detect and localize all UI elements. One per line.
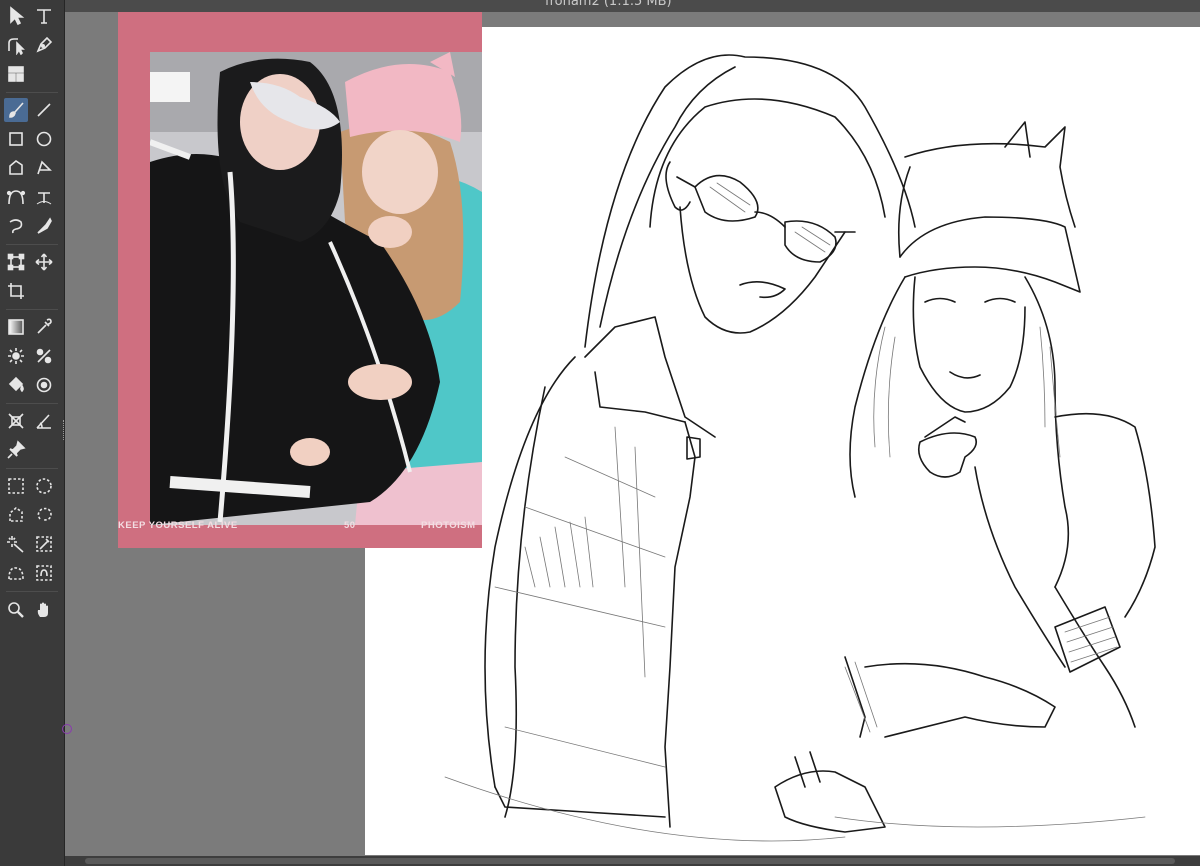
patch-icon[interactable] [32,373,56,397]
smudge-icon[interactable] [4,344,28,368]
text-icon[interactable] [32,4,56,28]
lasso-icon[interactable] [32,503,56,527]
caption-center: 50 [344,520,356,531]
transform-icon[interactable] [4,250,28,274]
eyedropper-icon[interactable] [32,315,56,339]
layout-icon[interactable] [4,62,28,86]
ellipse-select-icon[interactable] [32,474,56,498]
magnetic-select-icon[interactable] [32,561,56,585]
brush-icon[interactable] [4,98,28,122]
text-path-icon[interactable] [32,185,56,209]
calligraphy-icon[interactable] [32,214,56,238]
spiral-icon[interactable] [4,214,28,238]
color-picker-icon[interactable] [32,344,56,368]
hand-icon[interactable] [32,598,56,622]
arrow-icon[interactable] [4,4,28,28]
polygon-icon[interactable] [4,156,28,180]
path-select-icon[interactable] [4,33,28,57]
magnifier-icon[interactable] [4,598,28,622]
caption-right: PHOTOISM [421,520,476,531]
horizontal-scrollbar[interactable] [65,856,1200,866]
document-tab-bar: froham2 (1:1.5 MB) [65,0,1200,12]
similar-select-icon[interactable] [32,532,56,556]
drawing-canvas[interactable] [365,27,1200,855]
polygon-select-icon[interactable] [4,503,28,527]
freehand-icon[interactable] [32,156,56,180]
brush-cursor-indicator [62,724,72,734]
canvas-workspace[interactable]: KEEP YOURSELF ALIVE 50 PHOTOISM [65,12,1200,856]
measure-icon[interactable] [32,409,56,433]
pen-nib-icon[interactable] [32,33,56,57]
reference-image-panel[interactable]: KEEP YOURSELF ALIVE 50 PHOTOISM [118,12,482,548]
document-title[interactable]: froham2 (1:1.5 MB) [545,0,672,9]
bezier-select-icon[interactable] [4,561,28,585]
caption-left: KEEP YOURSELF ALIVE [118,520,238,531]
sketch-drawing [444,54,1156,842]
scrollbar-thumb[interactable] [85,858,1175,864]
toolbox [0,0,65,866]
crop-icon[interactable] [4,279,28,303]
bezier-icon[interactable] [4,185,28,209]
circle-icon[interactable] [32,127,56,151]
gradient-icon[interactable] [4,315,28,339]
magic-wand-icon[interactable] [4,532,28,556]
assistant-icon[interactable] [4,409,28,433]
reference-photo [150,52,482,525]
move-arrows-icon[interactable] [32,250,56,274]
line-icon[interactable] [32,98,56,122]
bucket-icon[interactable] [4,373,28,397]
rect-select-icon[interactable] [4,474,28,498]
pin-icon[interactable] [4,438,28,462]
square-icon[interactable] [4,127,28,151]
